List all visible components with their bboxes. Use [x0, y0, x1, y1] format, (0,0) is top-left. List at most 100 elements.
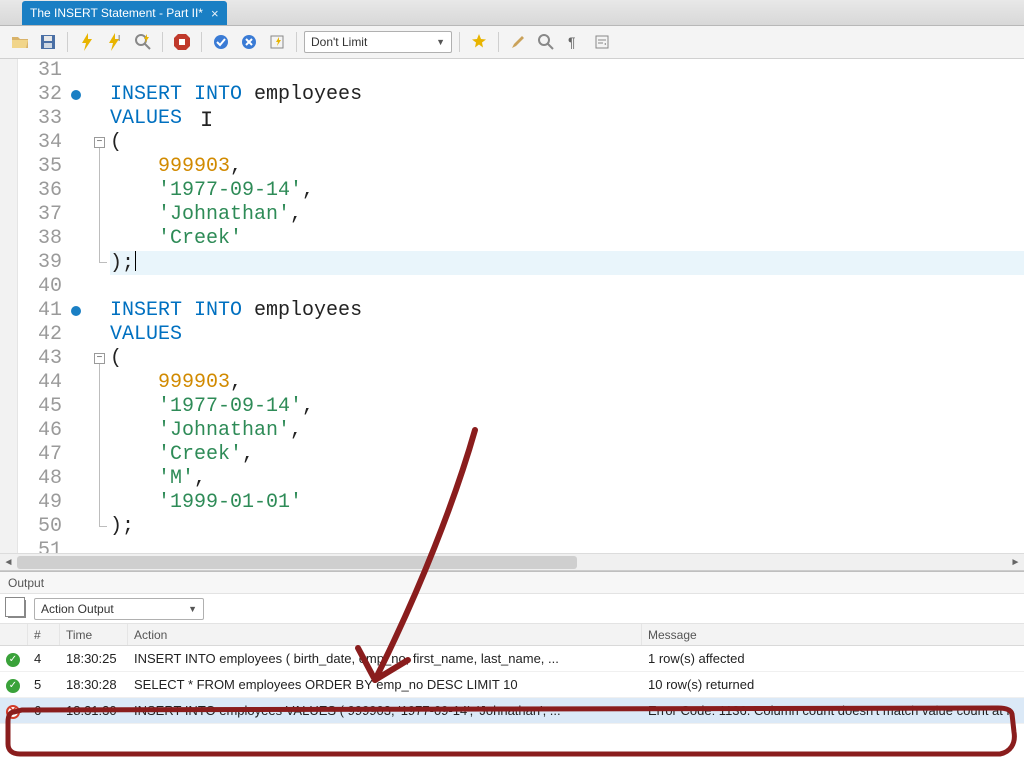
line-number[interactable]: 44 [18, 371, 62, 395]
row-time: 18:30:28 [60, 677, 128, 692]
code-line[interactable]: 999903, [110, 155, 1024, 179]
line-number[interactable]: 42 [18, 323, 62, 347]
beautify-button[interactable] [467, 30, 491, 54]
line-number[interactable]: 31 [18, 59, 62, 83]
statement-marker-icon[interactable] [71, 306, 81, 316]
tab-close-icon[interactable]: × [211, 6, 219, 21]
code-line[interactable]: 'Creek', [110, 443, 1024, 467]
line-number[interactable]: 37 [18, 203, 62, 227]
output-mode-icon[interactable] [8, 600, 26, 618]
scroll-left-icon[interactable]: ◄ [0, 554, 17, 571]
code-line[interactable] [110, 59, 1024, 83]
line-number[interactable]: 43 [18, 347, 62, 371]
line-number[interactable]: 38 [18, 227, 62, 251]
bookmark-strip[interactable] [0, 59, 18, 553]
row-message: Error Code: 1136. Column count doesn't m… [642, 703, 1024, 718]
stop-button[interactable] [170, 30, 194, 54]
row-action: INSERT INTO employees ( birth_date, emp_… [128, 651, 642, 666]
execute-current-button[interactable]: I [103, 30, 127, 54]
output-row[interactable]: ✓418:30:25INSERT INTO employees ( birth_… [0, 646, 1024, 672]
code-line[interactable]: ( [110, 347, 1024, 371]
statement-marker-icon[interactable] [71, 90, 81, 100]
line-number[interactable]: 32 [18, 83, 62, 107]
code-line[interactable]: 999903, [110, 371, 1024, 395]
save-button[interactable] [36, 30, 60, 54]
code-line[interactable]: ( [110, 131, 1024, 155]
line-number[interactable]: 51 [18, 539, 62, 553]
statement-marker-strip[interactable] [68, 59, 92, 553]
code-line[interactable]: 'M', [110, 467, 1024, 491]
limit-rows-select[interactable]: Don't Limit ▼ [304, 31, 452, 53]
fold-toggle-icon[interactable]: − [94, 137, 105, 148]
line-number[interactable]: 40 [18, 275, 62, 299]
rollback-button[interactable] [237, 30, 261, 54]
open-file-button[interactable] [8, 30, 32, 54]
row-index: 5 [28, 677, 60, 692]
col-time[interactable]: Time [60, 624, 128, 645]
line-number[interactable]: 50 [18, 515, 62, 539]
toolbar-separator [498, 32, 499, 52]
fold-toggle-icon[interactable]: − [94, 353, 105, 364]
code-line[interactable]: 'Johnathan', [110, 419, 1024, 443]
line-number-gutter[interactable]: 3132333435363738394041424344454647484950… [18, 59, 68, 553]
code-line[interactable]: VALUES [110, 107, 1024, 131]
col-index[interactable]: # [28, 624, 60, 645]
line-number[interactable]: 33 [18, 107, 62, 131]
text-caret [135, 251, 136, 271]
fold-strip[interactable]: −− [92, 59, 110, 553]
code-line[interactable] [110, 275, 1024, 299]
scroll-track[interactable] [17, 554, 1007, 571]
code-line[interactable]: '1999-01-01' [110, 491, 1024, 515]
code-line[interactable]: 'Johnathan', [110, 203, 1024, 227]
output-type-select[interactable]: Action Output ▼ [34, 598, 204, 620]
line-number[interactable]: 35 [18, 155, 62, 179]
toolbar-separator [459, 32, 460, 52]
code-line[interactable]: INSERT INTO employees [110, 299, 1024, 323]
tab-title: The INSERT Statement - Part II* [30, 6, 203, 20]
code-line[interactable]: '1977-09-14', [110, 179, 1024, 203]
toolbar-separator [201, 32, 202, 52]
scroll-thumb[interactable] [17, 556, 577, 569]
col-message[interactable]: Message [642, 624, 1024, 645]
explain-button[interactable] [131, 30, 155, 54]
line-number[interactable]: 49 [18, 491, 62, 515]
code-line[interactable]: ); [110, 515, 1024, 539]
status-error-icon: ✕ [6, 705, 20, 719]
code-line[interactable]: 'Creek' [110, 227, 1024, 251]
output-type-label: Action Output [41, 602, 114, 616]
wrap-button[interactable] [590, 30, 614, 54]
line-number[interactable]: 34 [18, 131, 62, 155]
fold-guide-end [99, 526, 107, 527]
code-line[interactable]: INSERT INTO employees [110, 83, 1024, 107]
output-grid: # Time Action Message ✓418:30:25INSERT I… [0, 624, 1024, 768]
output-row[interactable]: ✓518:30:28SELECT * FROM employees ORDER … [0, 672, 1024, 698]
output-panel: Output Action Output ▼ # Time Action Mes… [0, 571, 1024, 768]
output-row[interactable]: ✕618:31:30INSERT INTO employees VALUES (… [0, 698, 1024, 724]
code-line[interactable] [110, 539, 1024, 553]
row-time: 18:31:30 [60, 703, 128, 718]
col-status[interactable] [0, 624, 28, 645]
line-number[interactable]: 45 [18, 395, 62, 419]
find-button[interactable] [534, 30, 558, 54]
code-line[interactable]: VALUES [110, 323, 1024, 347]
line-number[interactable]: 39 [18, 251, 62, 275]
commit-button[interactable] [209, 30, 233, 54]
editor-viewport[interactable]: 3132333435363738394041424344454647484950… [0, 59, 1024, 553]
code-line[interactable]: '1977-09-14', [110, 395, 1024, 419]
execute-button[interactable] [75, 30, 99, 54]
brush-button[interactable] [506, 30, 530, 54]
line-number[interactable]: 41 [18, 299, 62, 323]
tab-active[interactable]: The INSERT Statement - Part II* × [22, 1, 227, 25]
code-area[interactable]: INSERT INTO employeesVALUES( 999903, '19… [110, 59, 1024, 553]
autocommit-button[interactable] [265, 30, 289, 54]
scroll-right-icon[interactable]: ► [1007, 554, 1024, 571]
col-action[interactable]: Action [128, 624, 642, 645]
line-number[interactable]: 48 [18, 467, 62, 491]
chevron-down-icon: ▼ [436, 37, 445, 47]
line-number[interactable]: 36 [18, 179, 62, 203]
line-number[interactable]: 47 [18, 443, 62, 467]
toggle-invisible-button[interactable]: ¶ [562, 30, 586, 54]
line-number[interactable]: 46 [18, 419, 62, 443]
editor-horizontal-scrollbar[interactable]: ◄ ► [0, 553, 1024, 570]
output-title: Output [0, 572, 1024, 594]
